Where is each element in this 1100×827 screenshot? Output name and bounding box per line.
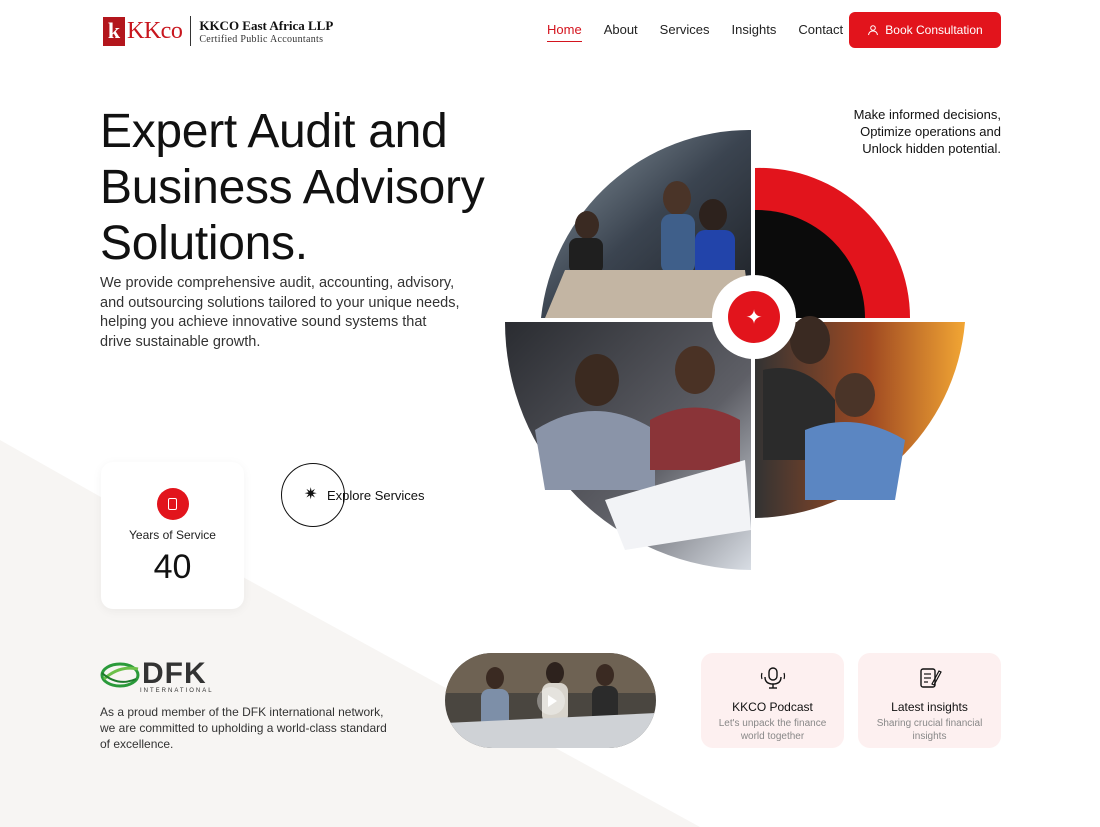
- nav-contact[interactable]: Contact: [798, 22, 843, 42]
- nav-insights[interactable]: Insights: [732, 22, 777, 42]
- collage-center-badge: ✦: [712, 275, 796, 359]
- explore-services-button[interactable]: ✷ Explore Services: [281, 463, 425, 527]
- dfk-logo: DFK: [100, 656, 400, 692]
- nav-about[interactable]: About: [604, 22, 638, 42]
- logo-mark: k: [103, 16, 125, 46]
- company-tagline: Certified Public Accountants: [199, 33, 324, 45]
- cta-label: Book Consultation: [885, 23, 983, 37]
- hero-title: Expert Audit and Business Advisory Solut…: [100, 105, 485, 270]
- card-subtitle: Let's unpack the finance world together: [718, 718, 827, 742]
- logo-wordmark: KKco: [127, 17, 183, 44]
- card-subtitle: Sharing crucial financial insights: [876, 718, 983, 742]
- nav-home[interactable]: Home: [547, 22, 582, 42]
- dfk-description: As a proud member of the DFK internation…: [100, 705, 387, 751]
- card-title: Latest insights: [891, 700, 968, 714]
- years-of-service-card: Years of Service 40: [101, 462, 244, 609]
- microphone-icon: [760, 667, 785, 689]
- asterisk-icon: ✷: [304, 486, 318, 503]
- main-nav: Home About Services Insights Contact: [547, 22, 843, 42]
- tagline-line: Make informed decisions,: [853, 107, 1001, 122]
- document-pen-icon: [919, 668, 942, 688]
- hero-description: We provide comprehensive audit, accounti…: [100, 275, 460, 350]
- stat-label: Years of Service: [129, 528, 216, 542]
- sparkle-icon: ✦: [728, 291, 780, 343]
- user-icon: [868, 25, 879, 36]
- card-title: KKCO Podcast: [732, 700, 813, 714]
- dfk-swoosh-icon: [100, 662, 140, 688]
- dfk-logo-subtext: INTERNATIONAL: [140, 688, 214, 694]
- logo-text: KKCO East Africa LLP Certified Public Ac…: [199, 18, 333, 45]
- company-logo[interactable]: k KKco KKCO East Africa LLP Certified Pu…: [103, 16, 333, 46]
- play-icon[interactable]: [537, 687, 565, 715]
- insights-card[interactable]: Latest insights Sharing crucial financia…: [858, 653, 1001, 748]
- nav-services[interactable]: Services: [660, 22, 710, 42]
- podcast-card[interactable]: KKCO Podcast Let's unpack the finance wo…: [701, 653, 844, 748]
- stat-value: 40: [153, 548, 192, 586]
- dfk-logo-text: DFK: [142, 657, 207, 690]
- calculator-icon: [156, 488, 189, 520]
- book-consultation-button[interactable]: Book Consultation: [849, 12, 1001, 48]
- dfk-membership: DFK INTERNATIONAL As a proud member of t…: [100, 656, 400, 752]
- company-name: KKCO East Africa LLP: [199, 17, 334, 33]
- logo-divider: [190, 16, 192, 46]
